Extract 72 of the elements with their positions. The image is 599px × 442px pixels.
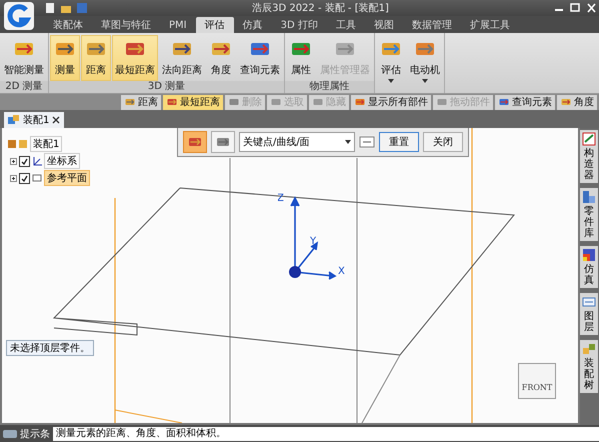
ribbon-tool-button[interactable]: 智能测量 — [1, 35, 47, 81]
assembly-icon — [8, 115, 20, 125]
plane-icon — [32, 173, 42, 183]
window-title: 浩辰3D 2022 - 装配 - [装配1] — [251, 2, 390, 15]
layers-icon — [582, 295, 596, 309]
command-button[interactable]: 最短距离 — [163, 94, 223, 110]
ribbon-tool-button[interactable]: 角度 — [206, 35, 236, 81]
toolbar-button[interactable]: 重置 — [379, 132, 419, 152]
command-button[interactable]: 角度 — [557, 94, 597, 110]
status-message: 测量元素的距离、角度、面积和体积。 — [53, 426, 599, 440]
app-logo-icon — [4, 2, 34, 30]
ribbon-tab[interactable]: 仿真 — [234, 17, 272, 33]
maximize-icon[interactable] — [569, 3, 581, 13]
view-cube[interactable]: FRONT — [518, 363, 556, 399]
assembly-icon — [582, 342, 596, 356]
side-panel-tab[interactable]: 仿真 — [580, 246, 598, 288]
assembly-icon — [8, 139, 28, 149]
ribbon-tool-button[interactable]: 距离 — [81, 35, 111, 81]
ribbon-tool-button[interactable]: 查询元素 — [237, 35, 283, 81]
command-button[interactable]: 显示所有部件 — [351, 94, 431, 110]
ribbon-tool-button[interactable]: 评估 — [376, 35, 406, 93]
expand-icon[interactable] — [10, 174, 17, 182]
ribbon-tab[interactable]: 评估 — [196, 17, 234, 33]
axis-label: Y — [310, 236, 316, 247]
tree-item[interactable]: 装配1 — [30, 136, 62, 152]
ribbon-tool-button[interactable]: 法向距离 — [159, 35, 205, 81]
status-label: 提示条 — [20, 428, 50, 440]
ribbon-tab[interactable]: 视图 — [364, 17, 403, 33]
close-icon[interactable] — [52, 116, 60, 124]
axis-label: X — [338, 266, 345, 277]
cube-face-label: FRONT — [522, 383, 552, 392]
ribbon-tab[interactable]: PMI — [160, 17, 196, 33]
group-label: 3D 测量 — [49, 81, 284, 93]
palette-icon — [582, 132, 596, 146]
ribbon-tab[interactable]: 扩展工具 — [460, 17, 519, 33]
mode-button[interactable] — [183, 131, 207, 153]
ribbon-tool-button[interactable]: 测量 — [50, 35, 80, 81]
side-panel-tab[interactable]: 装配树 — [580, 340, 598, 393]
checkbox[interactable] — [19, 172, 30, 184]
group-label: 2D 测量 — [0, 81, 48, 93]
mode-button[interactable] — [211, 131, 235, 153]
ribbon-tab[interactable]: 装配体 — [44, 17, 92, 33]
edge-line — [362, 354, 400, 423]
new-file-icon[interactable] — [44, 2, 56, 14]
ribbon-tool-button[interactable]: 属性 — [286, 35, 316, 81]
ribbon-tool-button[interactable]: 电动机 — [407, 35, 443, 93]
toolbar-button[interactable]: 关闭 — [423, 132, 463, 152]
filter-dropdown[interactable]: 关键点/曲线/面 — [239, 132, 355, 152]
command-button[interactable]: 查询元素 — [495, 94, 555, 110]
side-panel-tab[interactable]: 零件库 — [580, 188, 598, 241]
gradient-icon — [582, 248, 596, 262]
tree-item[interactable]: 参考平面 — [44, 170, 90, 186]
options-icon[interactable] — [359, 135, 375, 149]
axes-icon — [32, 156, 42, 166]
side-panel-tab[interactable]: 图层 — [580, 293, 598, 335]
ribbon-tab[interactable]: 3D 打印 — [272, 17, 327, 33]
keyboard-icon — [3, 430, 17, 438]
ribbon-tool-button[interactable]: 最短距离 — [112, 35, 158, 81]
checkbox[interactable] — [19, 156, 30, 166]
ribbon-tab[interactable]: 数据管理 — [402, 17, 461, 33]
side-panel-tab[interactable]: 构造器 — [580, 130, 598, 183]
tree-item[interactable]: 坐标系 — [44, 153, 80, 169]
document-tab[interactable]: 装配1 — [4, 112, 64, 128]
parts-icon — [582, 190, 596, 204]
edge-line — [114, 410, 182, 423]
group-label: 物理属性 — [285, 81, 374, 93]
ribbon-tab[interactable]: 工具 — [326, 17, 365, 33]
caret-icon — [345, 140, 351, 144]
prompt-label: 未选择顶层零件。 — [6, 340, 94, 356]
command-button[interactable]: 距离 — [121, 94, 161, 110]
expand-icon[interactable] — [10, 158, 17, 164]
ribbon-tab[interactable]: 草图与特征 — [92, 17, 160, 33]
